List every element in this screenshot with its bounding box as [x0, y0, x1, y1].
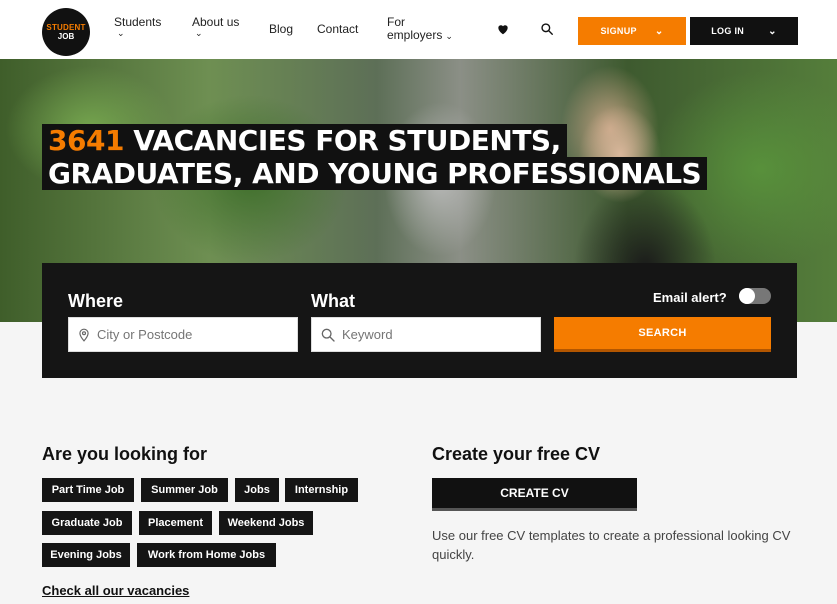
where-field[interactable]	[68, 317, 298, 352]
chevron-down-icon: ⌄	[654, 25, 664, 37]
chevron-down-icon: ⌄	[445, 31, 453, 41]
search-icon	[321, 328, 335, 342]
nav-students[interactable]: Students ⌄	[114, 15, 162, 38]
site-header: STUDENT JOB Students ⌄ About us ⌄ Blog C…	[0, 0, 837, 59]
logo-line1: STUDENT	[46, 23, 86, 32]
chevron-down-icon: ⌄	[768, 25, 777, 37]
hero-title-line1: 3641 VACANCIES FOR STUDENTS,	[42, 124, 567, 157]
nav-blog[interactable]: Blog	[269, 23, 293, 36]
signup-button[interactable]: SIGNUP ⌄	[578, 17, 686, 45]
tag-summer-job[interactable]: Summer Job	[141, 478, 228, 502]
nav-students-label: Students	[114, 15, 162, 29]
looking-for-title: Are you looking for	[42, 444, 208, 464]
login-label: LOG IN	[711, 26, 745, 36]
check-all-vacancies-link[interactable]: Check all our vacancies	[42, 583, 189, 598]
email-alert-label: Email alert?	[653, 290, 727, 305]
heart-icon[interactable]	[496, 22, 510, 36]
nav-about-us[interactable]: About us ⌄	[192, 15, 240, 38]
tag-jobs[interactable]: Jobs	[235, 478, 279, 502]
cv-description: Use our free CV templates to create a pr…	[432, 528, 791, 562]
nav-contact-label: Contact	[317, 22, 359, 36]
tag-part-time-job[interactable]: Part Time Job	[42, 478, 134, 502]
logo[interactable]: STUDENT JOB	[42, 8, 90, 56]
what-field[interactable]	[311, 317, 541, 352]
what-label: What	[311, 291, 355, 311]
tag-weekend-jobs[interactable]: Weekend Jobs	[219, 511, 313, 535]
search-icon[interactable]	[540, 22, 554, 36]
where-input[interactable]	[97, 327, 277, 342]
what-input[interactable]	[342, 327, 522, 342]
tag-evening-jobs[interactable]: Evening Jobs	[42, 543, 130, 567]
vacancy-count: 3641	[48, 124, 124, 157]
email-alert-toggle[interactable]	[739, 288, 771, 304]
toggle-knob	[739, 288, 755, 304]
cv-title: Create your free CV	[432, 444, 601, 464]
location-pin-icon	[79, 328, 89, 342]
chevron-down-icon: ⌄	[195, 28, 203, 38]
signup-label: SIGNUP	[600, 26, 637, 36]
nav-employers-label: For employers	[387, 15, 443, 42]
nav-contact[interactable]: Contact	[317, 23, 358, 36]
login-button[interactable]: LOG IN ⌄	[690, 17, 798, 45]
tag-placement[interactable]: Placement	[139, 511, 212, 535]
hero-title: 3641 VACANCIES FOR STUDENTS, GRADUATES, …	[42, 124, 708, 190]
hero-title-text1: VACANCIES FOR STUDENTS,	[133, 124, 561, 157]
hero-title-line2: GRADUATES, AND YOUNG PROFESSIONALS	[42, 157, 708, 190]
nav-about-label: About us	[192, 15, 240, 29]
create-cv-button[interactable]: CREATE CV	[432, 478, 637, 511]
where-label: Where	[68, 291, 124, 311]
search-panel: Where What Email alert? SEARCH	[42, 263, 797, 378]
tag-graduate-job[interactable]: Graduate Job	[42, 511, 132, 535]
nav-for-employers[interactable]: For employers ⌄	[387, 16, 467, 43]
chevron-down-icon: ⌄	[117, 28, 125, 38]
logo-line2: JOB	[57, 32, 75, 41]
tag-internship[interactable]: Internship	[285, 478, 358, 502]
nav-blog-label: Blog	[269, 22, 294, 36]
tag-work-from-home-jobs[interactable]: Work from Home Jobs	[137, 543, 276, 567]
search-button[interactable]: SEARCH	[554, 317, 771, 352]
